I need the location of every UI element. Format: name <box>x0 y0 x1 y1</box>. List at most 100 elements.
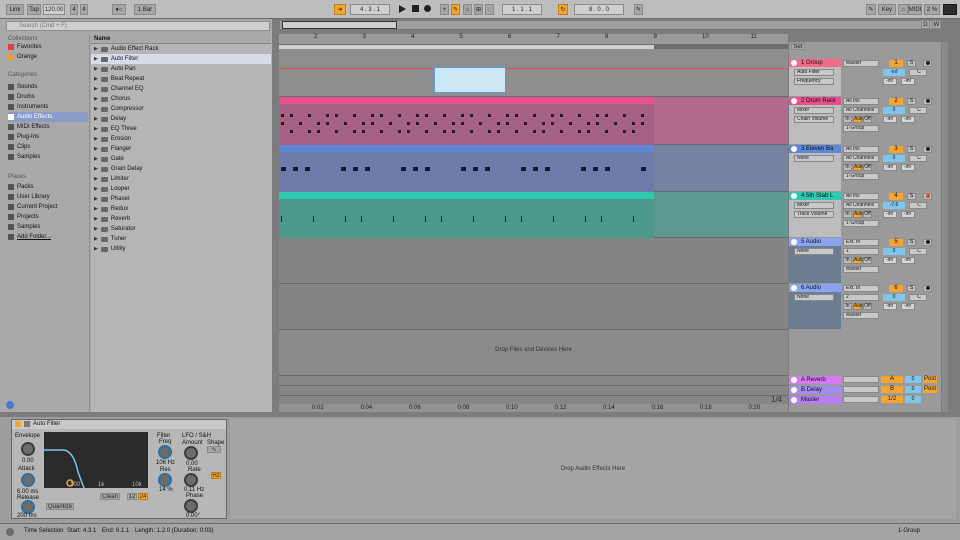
track-activator[interactable]: 4 <box>889 193 903 200</box>
view-w-button[interactable]: W <box>932 20 941 29</box>
midi-note[interactable] <box>560 130 563 133</box>
time-ruler[interactable]: 0:02 0:04 0:06 0:08 0:10 0:12 0:14 0:16 0:18 0:20 <box>279 404 788 412</box>
volume-field[interactable]: 0 <box>883 155 905 162</box>
monitor-auto-button[interactable]: Auto <box>853 164 864 171</box>
volume-field[interactable]: 0 <box>883 248 905 255</box>
midi-note[interactable] <box>473 167 478 171</box>
list-item[interactable]: ▶ Reverb <box>91 214 271 224</box>
midi-note[interactable] <box>587 122 590 125</box>
midi-note[interactable] <box>560 114 563 117</box>
list-item[interactable]: ▶ Tuner <box>91 234 271 244</box>
midi-note[interactable] <box>551 114 554 117</box>
list-item[interactable]: ▶ Audio Effect Rack <box>91 44 271 54</box>
expand-arrow-icon[interactable]: ▶ <box>94 96 98 102</box>
slope-12-button[interactable]: 12 <box>127 493 137 500</box>
arm-button[interactable] <box>923 285 932 292</box>
midi-note[interactable] <box>293 167 298 171</box>
return-lane-b[interactable] <box>279 385 788 395</box>
midi-note[interactable] <box>515 114 518 117</box>
midi-note[interactable] <box>281 122 284 125</box>
fold-track-icon[interactable] <box>791 60 797 66</box>
midi-note[interactable] <box>605 114 608 117</box>
midi-note[interactable] <box>434 122 437 125</box>
send-b-field[interactable]: -inf <box>901 78 915 85</box>
tempo-field[interactable]: 120.00 <box>43 4 65 15</box>
midi-note[interactable] <box>362 130 365 133</box>
midi-note[interactable] <box>281 114 284 117</box>
expand-arrow-icon[interactable]: ▶ <box>94 66 98 72</box>
return-activator[interactable]: A <box>881 376 903 383</box>
fold-track-icon[interactable] <box>791 397 797 403</box>
list-item[interactable]: ▶ Gate <box>91 154 271 164</box>
midi-note[interactable] <box>533 130 536 133</box>
midi-note[interactable] <box>461 122 464 125</box>
midi-note[interactable] <box>488 130 491 133</box>
preview-icon[interactable] <box>6 401 14 409</box>
return-lane-a[interactable] <box>279 375 788 385</box>
midi-note[interactable] <box>361 216 362 222</box>
midi-note[interactable] <box>425 130 428 133</box>
fold-icon[interactable] <box>24 421 30 427</box>
expand-arrow-icon[interactable]: ▶ <box>94 206 98 212</box>
arrangement-overview[interactable] <box>279 20 939 30</box>
midi-map-button[interactable]: MIDI <box>908 4 922 15</box>
device-drop-area[interactable]: Drop Audio Effects Here <box>230 419 956 519</box>
expand-arrow-icon[interactable]: ▶ <box>94 116 98 122</box>
midi-note[interactable] <box>452 130 455 133</box>
expand-arrow-icon[interactable]: ▶ <box>94 106 98 112</box>
monitor-auto-button[interactable]: Auto <box>853 211 864 218</box>
pan-field[interactable]: C <box>909 248 927 255</box>
midi-note[interactable] <box>623 114 626 117</box>
shape-menu[interactable]: ∿ <box>207 446 221 453</box>
send-a-field[interactable]: -inf <box>883 211 897 218</box>
send-a-field[interactable]: -inf <box>883 116 897 123</box>
midi-note[interactable] <box>578 114 581 117</box>
midi-note[interactable] <box>632 122 635 125</box>
track-lane-5-audio[interactable] <box>279 238 788 284</box>
solo-button[interactable]: S <box>907 60 916 67</box>
volume-field[interactable]: -inf <box>883 69 905 76</box>
list-item[interactable]: ▶ Grain Delay <box>91 164 271 174</box>
monitor-off-button[interactable]: Off <box>863 257 872 264</box>
midi-note[interactable] <box>407 122 410 125</box>
midi-note[interactable] <box>305 167 310 171</box>
track-activator[interactable]: 6 <box>889 285 903 292</box>
record-icon[interactable] <box>424 5 431 12</box>
list-item[interactable]: ▶ Phaser <box>91 194 271 204</box>
midi-note[interactable] <box>632 130 635 133</box>
input-type-menu[interactable]: All Ins <box>843 193 879 200</box>
midi-note[interactable] <box>380 130 383 133</box>
device-chooser[interactable]: Mixer <box>794 202 834 209</box>
list-item[interactable]: ▶ Beat Repeat <box>91 74 271 84</box>
input-channel-menu[interactable]: All Channels <box>843 155 879 162</box>
midi-note[interactable] <box>551 122 554 125</box>
expand-arrow-icon[interactable]: ▶ <box>94 246 98 252</box>
list-item[interactable]: ▶ Auto Filter <box>91 54 271 64</box>
fold-track-icon[interactable] <box>791 193 797 199</box>
clip-header[interactable] <box>279 192 654 199</box>
list-item[interactable]: ▶ Flanger <box>91 144 271 154</box>
name-column-header[interactable]: Name <box>91 34 271 44</box>
arm-button[interactable] <box>923 193 932 200</box>
list-item[interactable]: ▶ Auto Pan <box>91 64 271 74</box>
list-item[interactable]: ▶ EQ Three <box>91 124 271 134</box>
midi-note[interactable] <box>497 122 500 125</box>
res-knob[interactable] <box>158 473 172 487</box>
midi-note[interactable] <box>335 130 338 133</box>
return-io-menu[interactable] <box>843 386 879 393</box>
input-channel-menu[interactable]: 2 <box>843 294 879 301</box>
track-lane-1-group[interactable] <box>279 49 788 97</box>
return-activator[interactable]: 1/2 <box>881 396 903 403</box>
expand-arrow-icon[interactable]: ▶ <box>94 146 98 152</box>
midi-note[interactable] <box>326 114 329 117</box>
sidebar-item-samples-place[interactable]: Samples <box>8 222 88 232</box>
input-channel-menu[interactable]: 1 <box>843 248 879 255</box>
freq-knob[interactable] <box>158 445 172 459</box>
vertical-scrollbar[interactable] <box>942 42 948 412</box>
midi-note[interactable] <box>353 167 358 171</box>
expand-arrow-icon[interactable]: ▶ <box>94 46 98 52</box>
parameter-chooser[interactable]: Chain Volume <box>794 116 834 123</box>
view-d-button[interactable]: D <box>921 20 930 29</box>
solo-button[interactable]: S <box>907 98 916 105</box>
monitor-in-button[interactable]: In <box>843 257 852 264</box>
